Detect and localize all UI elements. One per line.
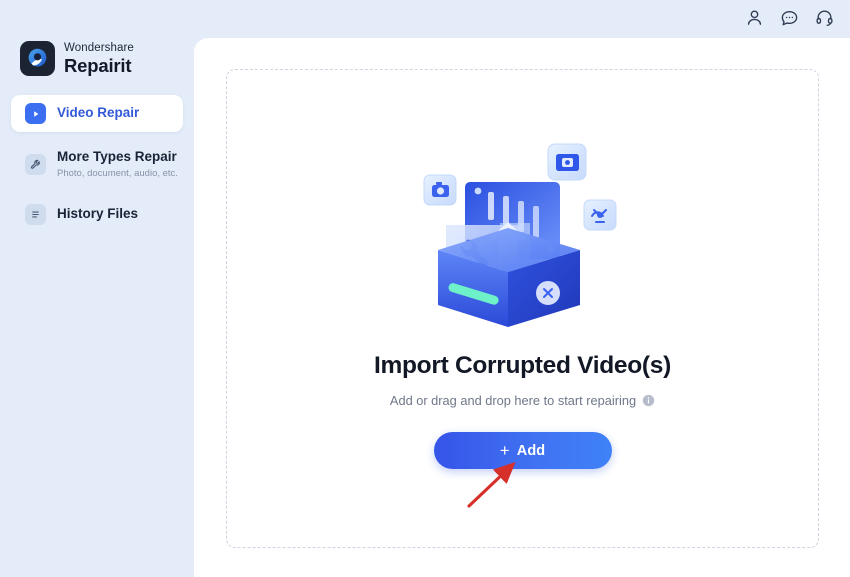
info-icon[interactable] xyxy=(642,394,655,407)
play-icon xyxy=(25,103,46,124)
sidebar-item-history-files[interactable]: History Files xyxy=(11,196,183,233)
sidebar-item-video-repair[interactable]: Video Repair xyxy=(11,95,183,132)
sidebar: Wondershare Repairit Video Repair More T… xyxy=(0,0,194,577)
dropzone-subtitle: Add or drag and drop here to start repai… xyxy=(390,393,655,408)
sidebar-nav: Video Repair More Types Repair Photo, do… xyxy=(0,95,194,233)
list-icon xyxy=(25,204,46,225)
floating-card-camera xyxy=(423,174,456,206)
sidebar-item-sublabel: Photo, document, audio, etc. xyxy=(57,167,178,179)
header-icon-group xyxy=(745,8,834,27)
app-window: Wondershare Repairit Video Repair More T… xyxy=(0,0,850,577)
sidebar-item-label: Video Repair xyxy=(57,105,140,121)
feedback-icon[interactable] xyxy=(780,8,799,27)
brand-name-bottom: Repairit xyxy=(64,54,132,76)
plus-icon: + xyxy=(499,440,510,460)
sidebar-item-more-types-repair[interactable]: More Types Repair Photo, document, audio… xyxy=(11,141,183,187)
brand-name-top: Wondershare xyxy=(64,42,134,54)
sidebar-item-label: History Files xyxy=(57,206,139,222)
floating-card-glitch xyxy=(583,199,616,231)
sidebar-item-label: More Types Repair xyxy=(57,148,177,164)
repair-toolbox-illustration xyxy=(423,143,616,327)
brand: Wondershare Repairit xyxy=(20,41,134,76)
main-panel: Import Corrupted Video(s) Add or drag an… xyxy=(194,38,850,577)
wrench-icon xyxy=(25,153,46,175)
add-button[interactable]: + Add xyxy=(433,432,612,469)
import-dropzone[interactable]: Import Corrupted Video(s) Add or drag an… xyxy=(226,69,819,548)
account-icon[interactable] xyxy=(745,8,764,27)
dropzone-subtitle-text: Add or drag and drop here to start repai… xyxy=(389,393,637,408)
page-title: Import Corrupted Video(s) xyxy=(374,352,671,379)
support-icon[interactable] xyxy=(815,8,834,27)
floating-card-media xyxy=(547,143,586,181)
wondershare-repairit-logo xyxy=(20,41,55,76)
logo-glyph xyxy=(28,48,47,67)
add-button-label: Add xyxy=(516,442,546,459)
